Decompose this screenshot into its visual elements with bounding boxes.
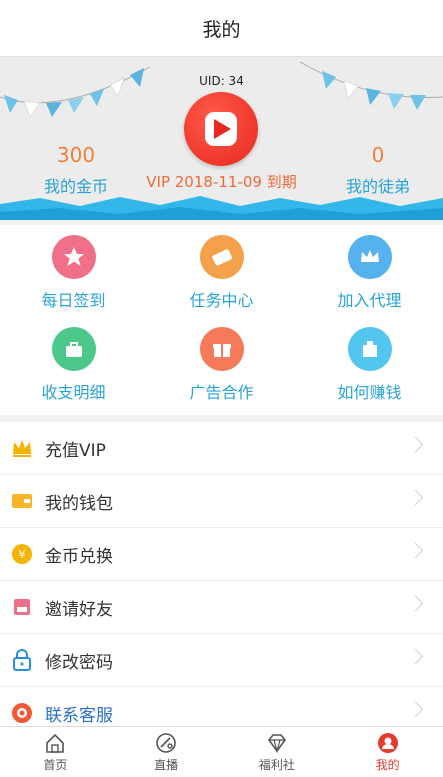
menu-label: 金币兑换 bbox=[45, 546, 113, 567]
menu-item-coin-exchange[interactable]: ¥ 金币兑换 bbox=[0, 528, 443, 581]
crown-icon bbox=[347, 235, 392, 279]
profile-header: UID: 34 300 我的金币 VIP 2018-11-09 到期 0 我的徒… bbox=[0, 57, 443, 220]
chevron-right-icon bbox=[407, 701, 424, 718]
shortcut-income-details[interactable]: 收支明细 bbox=[0, 327, 147, 403]
menu-label: 邀请好友 bbox=[45, 599, 113, 620]
menu-item-wallet[interactable]: 我的钱包 bbox=[0, 475, 443, 528]
shortcut-label: 广告合作 bbox=[189, 383, 254, 402]
play-icon bbox=[205, 112, 237, 146]
wallet-icon bbox=[11, 490, 33, 512]
shortcut-label: 加入代理 bbox=[337, 291, 402, 310]
user-id: UID: 34 bbox=[199, 74, 244, 88]
live-icon bbox=[156, 732, 176, 753]
building-icon bbox=[347, 327, 392, 371]
tab-mine[interactable]: 我的 bbox=[332, 727, 443, 777]
apprentices-value: 0 bbox=[371, 143, 385, 167]
service-icon bbox=[11, 702, 33, 724]
shortcut-label: 如何赚钱 bbox=[337, 383, 402, 402]
menu-label: 我的钱包 bbox=[45, 493, 113, 514]
tab-label: 首页 bbox=[43, 757, 68, 772]
crown-icon bbox=[11, 437, 33, 459]
menu-item-change-password[interactable]: 修改密码 bbox=[0, 634, 443, 687]
shortcut-ad-cooperation[interactable]: 广告合作 bbox=[148, 327, 295, 403]
profile-icon bbox=[377, 732, 398, 753]
page-title: 我的 bbox=[202, 18, 241, 41]
shortcut-task-center[interactable]: 任务中心 bbox=[148, 235, 295, 311]
tab-live[interactable]: 直播 bbox=[111, 727, 222, 777]
bag-icon bbox=[51, 327, 96, 371]
apprentices-stat[interactable]: 0 我的徒弟 bbox=[328, 143, 428, 197]
chevron-right-icon bbox=[407, 436, 424, 453]
chevron-right-icon bbox=[407, 542, 424, 559]
bottom-tab-bar: 首页 直播 福利社 我的 bbox=[0, 726, 443, 777]
chevron-right-icon bbox=[407, 648, 424, 665]
invite-icon bbox=[11, 596, 33, 618]
coin-icon: ¥ bbox=[11, 543, 33, 565]
ticket-icon bbox=[199, 235, 244, 279]
tab-label: 福利社 bbox=[258, 757, 295, 772]
apprentices-label: 我的徒弟 bbox=[345, 177, 410, 196]
shortcut-label: 收支明细 bbox=[41, 383, 106, 402]
chevron-right-icon bbox=[407, 489, 424, 506]
coins-value: 300 bbox=[56, 143, 96, 167]
tab-label: 直播 bbox=[154, 757, 179, 772]
menu-item-invite-friends[interactable]: 邀请好友 bbox=[0, 581, 443, 634]
menu-label: 修改密码 bbox=[45, 652, 113, 673]
star-icon bbox=[51, 235, 96, 279]
menu-list: 充值VIP 我的钱包 ¥ 金币兑换 邀请好友 修改密码 联系客服 bbox=[0, 422, 443, 740]
shortcut-label: 任务中心 bbox=[189, 291, 254, 310]
menu-label: 联系客服 bbox=[45, 705, 113, 726]
diamond-icon bbox=[267, 733, 286, 753]
shortcut-daily-checkin[interactable]: 每日签到 bbox=[0, 235, 147, 311]
lock-icon bbox=[11, 649, 33, 671]
shortcut-how-to-earn[interactable]: 如何赚钱 bbox=[296, 327, 443, 403]
shortcut-label: 每日签到 bbox=[41, 291, 106, 310]
shortcut-join-agent[interactable]: 加入代理 bbox=[296, 235, 443, 311]
tab-label: 我的 bbox=[375, 757, 400, 772]
gift-icon bbox=[199, 327, 244, 371]
menu-item-recharge-vip[interactable]: 充值VIP bbox=[0, 422, 443, 475]
tab-welfare[interactable]: 福利社 bbox=[222, 727, 333, 777]
menu-label: 充值VIP bbox=[45, 440, 106, 461]
svg-text:¥: ¥ bbox=[19, 548, 26, 561]
title-bar: 我的 bbox=[0, 0, 443, 57]
home-icon bbox=[46, 733, 65, 753]
tab-home[interactable]: 首页 bbox=[0, 727, 111, 777]
shortcut-grid: 每日签到 任务中心 加入代理 收支明细 广告合作 如何赚钱 bbox=[0, 225, 443, 415]
app-logo bbox=[184, 92, 258, 166]
chevron-right-icon bbox=[407, 595, 424, 612]
